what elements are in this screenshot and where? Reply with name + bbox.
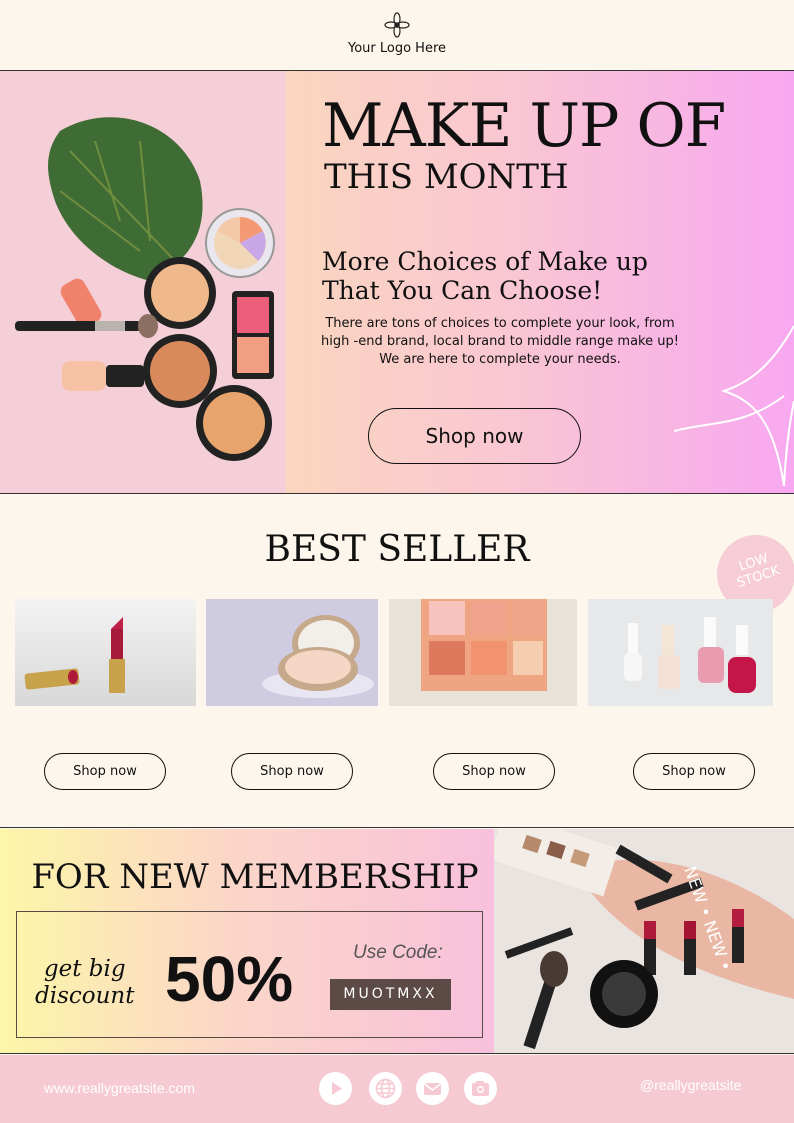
- promo-code[interactable]: MUOTMXX: [330, 979, 451, 1010]
- hero-text-panel: MAKE UP OF THIS MONTH More Choices of Ma…: [286, 71, 794, 493]
- logo-flower-icon: [384, 12, 410, 38]
- product-image-lipstick[interactable]: [15, 599, 196, 706]
- product-image-compact[interactable]: [206, 599, 378, 706]
- globe-icon[interactable]: [369, 1072, 402, 1105]
- product-shop-now-button-1[interactable]: Shop now: [44, 753, 166, 790]
- use-code-label: Use Code:: [353, 942, 443, 963]
- best-seller-title: BEST SELLER: [264, 529, 530, 570]
- hero-description: There are tons of choices to complete yo…: [321, 316, 679, 367]
- low-stock-label: LOW STOCK: [735, 551, 782, 592]
- footer-website[interactable]: www.reallygreatsite.com: [44, 1080, 195, 1096]
- mail-icon[interactable]: [416, 1072, 449, 1105]
- best-seller-section: BEST SELLER LOW STOCK Shop now Shop now …: [0, 495, 794, 828]
- hero-makeup-photo: [0, 71, 286, 493]
- hero-title-sub: THIS MONTH: [324, 157, 569, 197]
- footer-social-handle[interactable]: @reallygreatsite: [640, 1077, 741, 1093]
- membership-makeup-photo: NEW • NEW •: [494, 829, 794, 1053]
- hero-shop-now-button[interactable]: Shop now: [368, 408, 581, 464]
- product-image-palette[interactable]: [389, 599, 577, 706]
- discount-percent: 50%: [165, 943, 294, 1015]
- sparkle-decoration: [674, 325, 794, 487]
- discount-tagline: get big discount: [35, 956, 135, 1009]
- product-shop-now-button-4[interactable]: Shop now: [633, 753, 755, 790]
- membership-title: FOR NEW MEMBERSHIP: [31, 857, 479, 897]
- hero-subtitle: More Choices of Make up That You Can Cho…: [322, 247, 648, 305]
- membership-panel: FOR NEW MEMBERSHIP get big discount 50% …: [0, 829, 494, 1053]
- membership-section: FOR NEW MEMBERSHIP get big discount 50% …: [0, 829, 794, 1054]
- product-shop-now-button-2[interactable]: Shop now: [231, 753, 353, 790]
- hero-section: MAKE UP OF THIS MONTH More Choices of Ma…: [0, 71, 794, 494]
- play-icon[interactable]: [319, 1072, 352, 1105]
- footer: www.reallygreatsite.com @reallygreatsite: [0, 1055, 794, 1123]
- logo-text: Your Logo Here: [347, 41, 447, 56]
- hero-title: MAKE UP OF: [322, 91, 726, 161]
- product-shop-now-button-3[interactable]: Shop now: [433, 753, 555, 790]
- product-image-nail-polish[interactable]: [588, 599, 773, 706]
- header: Your Logo Here: [0, 0, 794, 71]
- camera-icon[interactable]: [464, 1072, 497, 1105]
- discount-box: get big discount 50% Use Code: MUOTMXX: [16, 911, 483, 1038]
